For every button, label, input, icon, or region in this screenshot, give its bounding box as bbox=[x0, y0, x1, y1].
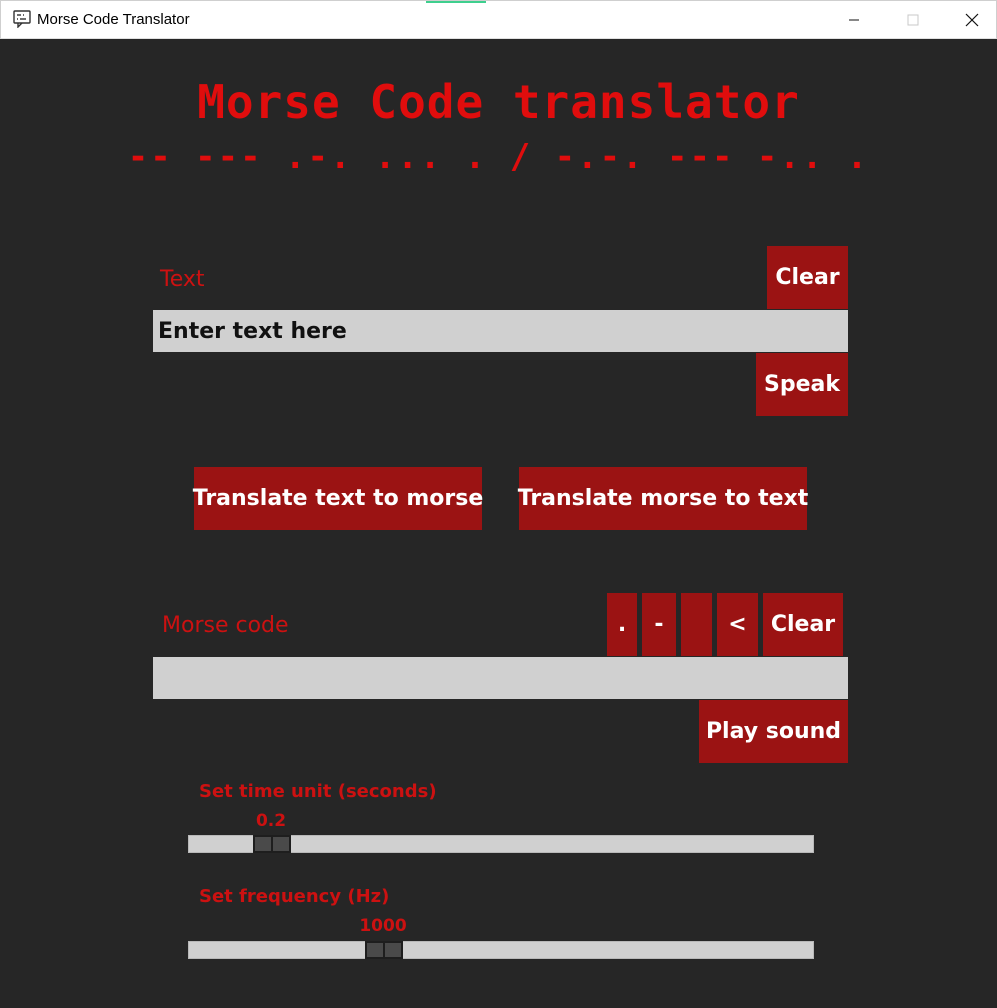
minimize-button[interactable] bbox=[831, 1, 877, 39]
backspace-button[interactable]: < bbox=[717, 593, 758, 656]
title-bar-accent bbox=[426, 1, 486, 3]
translate-to-morse-button[interactable]: Translate text to morse bbox=[193, 467, 483, 530]
maximize-button[interactable] bbox=[890, 1, 936, 39]
time-unit-label: Set time unit (seconds) bbox=[199, 781, 437, 802]
frequency-slider-thumb[interactable] bbox=[365, 941, 403, 959]
text-input[interactable] bbox=[153, 310, 848, 352]
close-button[interactable] bbox=[949, 1, 995, 39]
page-title: Morse Code translator bbox=[197, 75, 800, 129]
close-icon bbox=[965, 13, 979, 27]
time-unit-slider[interactable] bbox=[188, 835, 814, 853]
app-icon bbox=[13, 10, 31, 28]
frequency-label: Set frequency (Hz) bbox=[199, 886, 390, 907]
text-clear-button[interactable]: Clear bbox=[767, 246, 848, 309]
text-label: Text bbox=[160, 267, 205, 292]
frequency-value: 1000 bbox=[359, 916, 407, 936]
time-unit-slider-thumb[interactable] bbox=[253, 835, 291, 853]
main-content: Morse Code translator -- --- .-. ... . /… bbox=[0, 39, 997, 1008]
dot-button[interactable]: . bbox=[607, 593, 637, 656]
morse-code-label: Morse code bbox=[162, 613, 289, 638]
space-button[interactable] bbox=[681, 593, 712, 656]
window-title: Morse Code Translator bbox=[37, 11, 190, 28]
maximize-icon bbox=[907, 14, 919, 26]
time-unit-value: 0.2 bbox=[255, 811, 287, 831]
speak-button[interactable]: Speak bbox=[756, 353, 848, 416]
minimize-icon bbox=[849, 19, 859, 21]
frequency-slider[interactable] bbox=[188, 941, 814, 959]
morse-clear-button[interactable]: Clear bbox=[763, 593, 843, 656]
translate-to-text-button[interactable]: Translate morse to text bbox=[518, 467, 808, 530]
page-title-morse: -- --- .-. ... . / -.-. --- -.. . bbox=[127, 137, 870, 177]
morse-input[interactable] bbox=[153, 657, 848, 699]
play-sound-button[interactable]: Play sound bbox=[699, 700, 848, 763]
dash-button[interactable]: - bbox=[642, 593, 676, 656]
title-bar: Morse Code Translator bbox=[0, 0, 997, 39]
